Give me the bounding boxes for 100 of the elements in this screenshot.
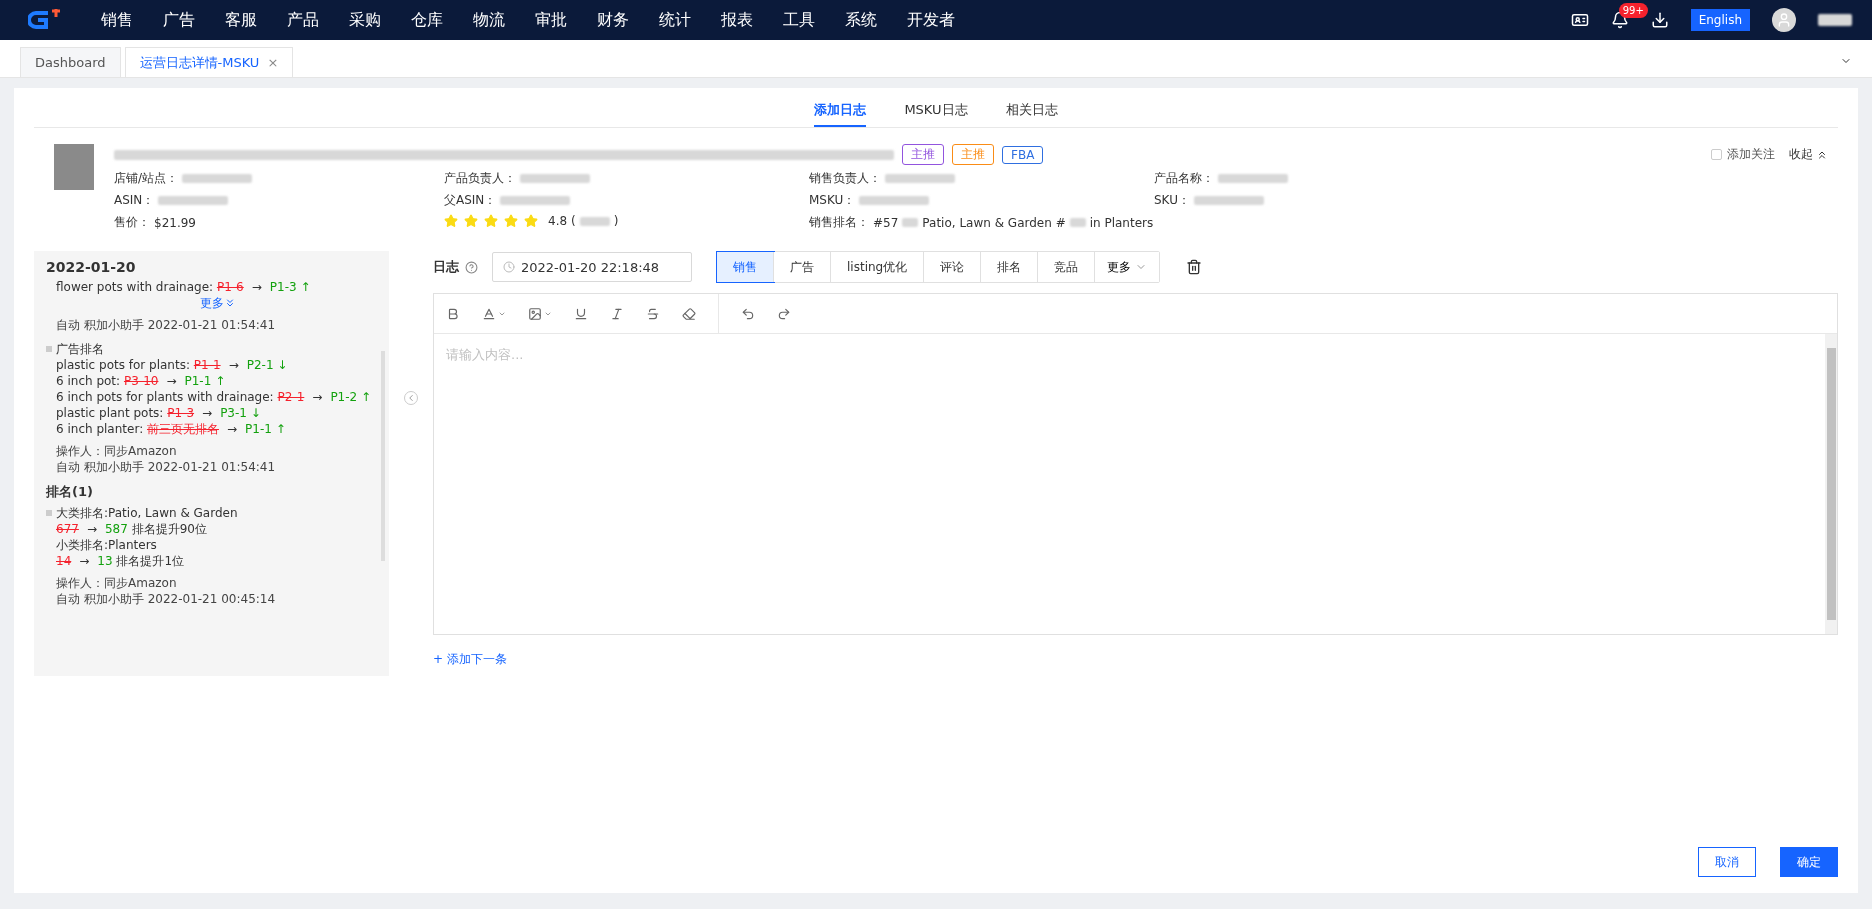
bold-icon[interactable] [446, 306, 460, 321]
rank-change-line: 6 inch pot: P3-10 → P1-1 ↑ [55, 373, 227, 389]
menu-item[interactable]: 统计 [644, 9, 706, 31]
cancel-button[interactable]: 取消 [1698, 847, 1756, 877]
language-button[interactable]: English [1690, 9, 1750, 31]
star-icon [504, 214, 518, 228]
field-label: ASIN： [114, 192, 155, 209]
menu-item[interactable]: 开发者 [892, 9, 970, 31]
confirm-button[interactable]: 确定 [1780, 847, 1838, 877]
category-button[interactable]: 广告 [774, 252, 831, 282]
rank-change-line: plastic pots for plants: P1-1 → P2-1 ↓ [55, 357, 289, 373]
italic-icon[interactable] [610, 306, 624, 321]
menu-item[interactable]: 产品 [272, 9, 334, 31]
redacted-text [182, 174, 253, 183]
sub-tab[interactable]: MSKU日志 [904, 101, 968, 127]
rating-score: 4.8 [548, 214, 568, 228]
follow-checkbox[interactable]: 添加关注 [1711, 146, 1775, 163]
bullet-icon [46, 510, 52, 516]
redacted-text [1218, 174, 1288, 183]
add-next-link[interactable]: + 添加下一条 [433, 651, 1838, 668]
sub-tab[interactable]: 添加日志 [814, 101, 867, 127]
notification-badge: 99+ [1618, 3, 1648, 18]
avatar-icon[interactable] [1772, 8, 1796, 32]
menu-item[interactable]: 系统 [830, 9, 892, 31]
star-icon [524, 214, 538, 228]
rank-change-line: flower pots with drainage: P1-6 → P1-3 ↑ [55, 279, 312, 295]
review-count-close: ) [613, 214, 619, 228]
category-button[interactable]: 销售 [717, 252, 774, 282]
field-label: 产品名称： [1154, 170, 1214, 187]
rank-change-line: 6 inch pots for plants with drainage: P2-1 → P1-2 ↑ [55, 389, 373, 405]
menu-item[interactable]: 广告 [148, 9, 210, 31]
menu-item[interactable]: 仓库 [396, 9, 458, 31]
redacted-text [1818, 14, 1852, 26]
redacted-text [1069, 218, 1086, 227]
font-color-icon[interactable] [482, 306, 506, 321]
undo-icon[interactable] [741, 306, 755, 321]
field-label: MSKU： [809, 192, 856, 209]
menu-item[interactable]: 客服 [210, 9, 272, 31]
datetime-field[interactable]: 2022-01-20 22:18:48 [492, 252, 692, 282]
history-date: 2022-01-20 [46, 259, 137, 275]
collapse-button[interactable]: 收起 [1783, 145, 1834, 164]
menu-item[interactable]: 工具 [768, 9, 830, 31]
field-value: in Planters [1089, 215, 1154, 230]
rank-change-line: plastic plant pots: P1-3 → P3-1 ↓ [55, 405, 262, 421]
logo-icon [28, 9, 62, 31]
redacted-text [520, 174, 590, 183]
redo-icon[interactable] [777, 306, 791, 321]
redacted-text [1193, 196, 1264, 205]
operator-text: 操作人：同步Amazon [55, 443, 178, 459]
menu-item[interactable]: 审批 [520, 9, 582, 31]
log-label: 日志 [433, 258, 459, 276]
page-tab[interactable]: Dashboard [20, 47, 121, 77]
field-label: 销售排名： [809, 214, 869, 231]
auto-log-text: 自动 积加小助手 2022-01-21 01:54:41 [55, 459, 277, 475]
close-icon[interactable]: × [267, 55, 279, 70]
auto-log-text: 自动 积加小助手 2022-01-21 01:54:41 [55, 317, 277, 333]
menu-item[interactable]: 财务 [582, 9, 644, 31]
menu-item[interactable]: 采购 [334, 9, 396, 31]
tag: FBA [1002, 145, 1044, 164]
download-icon[interactable] [1650, 11, 1669, 29]
more-link[interactable]: 更多 [199, 295, 236, 311]
redacted-text [885, 174, 955, 183]
id-card-icon[interactable] [1570, 11, 1589, 29]
redacted-text [158, 196, 229, 205]
page-tab[interactable]: 运营日志详情-MSKU × [124, 47, 294, 77]
redacted-text [579, 216, 610, 226]
rank-category: 小类排名:Planters [55, 537, 158, 553]
sub-tab[interactable]: 相关日志 [1005, 101, 1058, 127]
delete-icon[interactable] [1186, 259, 1203, 275]
redacted-text [500, 196, 571, 205]
star-icon [484, 214, 498, 228]
review-count-open: ( [571, 214, 576, 228]
menu-item[interactable]: 销售 [86, 9, 148, 31]
menu-item[interactable]: 报表 [706, 9, 768, 31]
strikethrough-icon[interactable] [646, 306, 660, 321]
eraser-icon[interactable] [682, 306, 696, 321]
redacted-text [902, 218, 919, 227]
group-title: 广告排名 [56, 341, 104, 357]
field-label: 售价： [114, 214, 150, 231]
star-icon [444, 214, 458, 228]
help-icon[interactable] [465, 260, 478, 274]
background-color-icon[interactable] [528, 306, 552, 321]
tag: 主推 [902, 144, 944, 165]
section-title: 排名(1) [46, 483, 94, 501]
rank-change-line: 14 → 13 排名提升1位 [55, 553, 186, 569]
underline-icon[interactable] [574, 306, 588, 321]
photo-placeholder [54, 144, 94, 190]
bullet-icon [46, 346, 52, 352]
rank-change-line: 6 inch planter: 前三页无排名 → P1-1 ↑ [55, 421, 287, 437]
field-label: 店铺/站点： [114, 170, 179, 187]
field-label: 父ASIN： [444, 192, 497, 209]
menu-item[interactable]: 物流 [458, 9, 520, 31]
star-icon [464, 214, 478, 228]
auto-log-text: 自动 积加小助手 2022-01-21 00:45:14 [55, 591, 277, 607]
operator-text: 操作人：同步Amazon [55, 575, 178, 591]
tag: 主推 [952, 144, 994, 165]
field-label: SKU： [1154, 192, 1190, 209]
field-value: $21.99 [154, 215, 196, 230]
field-label: 产品负责人： [444, 170, 516, 187]
redacted-text [859, 196, 930, 205]
